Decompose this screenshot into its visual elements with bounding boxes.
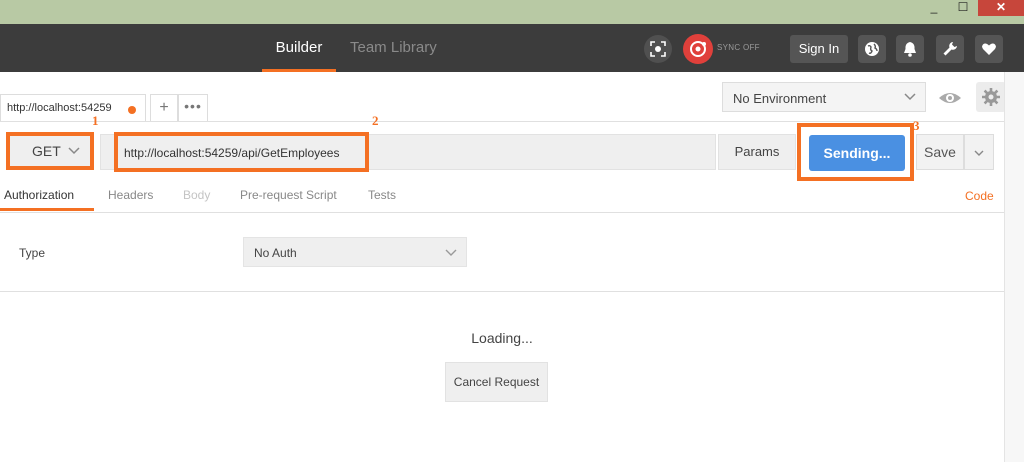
tab-pre-request-script[interactable]: Pre-request Script (240, 188, 337, 202)
environment-select[interactable]: No Environment (722, 82, 926, 112)
request-tab[interactable]: http://localhost:54259 (0, 94, 146, 122)
tab-authorization[interactable]: Authorization (4, 188, 74, 202)
scrollbar[interactable] (1004, 72, 1024, 462)
bell-icon (904, 42, 916, 57)
save-dropdown-button[interactable] (964, 134, 994, 170)
tab-headers[interactable]: Headers (108, 188, 153, 202)
request-subtabs: Authorization Headers Body Pre-request S… (0, 180, 1004, 212)
interceptor-button[interactable] (858, 35, 886, 63)
manage-environments-button[interactable] (976, 82, 1006, 112)
generate-code-link[interactable]: Code (965, 189, 994, 203)
url-input[interactable]: http://localhost:54259/api/GetEmployees (114, 132, 369, 172)
capture-icon (650, 41, 666, 57)
sync-icon (690, 41, 706, 57)
save-button[interactable]: Save (916, 134, 964, 170)
tab-tests[interactable]: Tests (368, 188, 396, 202)
more-tabs-button[interactable]: ••• (178, 94, 208, 122)
favorites-button[interactable] (975, 35, 1003, 63)
eye-icon (939, 93, 961, 103)
sign-in-button[interactable]: Sign In (790, 35, 848, 63)
method-select[interactable]: GET (6, 132, 94, 170)
tab-team-library[interactable]: Team Library (350, 24, 437, 72)
divider (0, 291, 1004, 292)
url-text: http://localhost:54259/api/GetEmployees (124, 146, 340, 160)
maximize-button[interactable]: ☐ (950, 0, 976, 16)
chevron-down-icon (974, 150, 984, 156)
send-button[interactable]: Sending... (809, 135, 905, 171)
chevron-down-icon (445, 249, 457, 256)
auth-type-value: No Auth (254, 246, 297, 260)
sync-status: SYNC OFF (717, 43, 760, 52)
add-tab-button[interactable]: + (150, 94, 178, 122)
active-tab-indicator (0, 208, 94, 211)
sync-button[interactable] (683, 34, 713, 64)
app-header: Builder Team Library SYNC OFF Sign In (0, 24, 1024, 72)
maximize-icon: ☐ (957, 0, 969, 14)
request-url-row: GET http://localhost:54259/api/GetEmploy… (0, 113, 1024, 181)
globe-icon (865, 42, 879, 56)
minimize-button[interactable]: _ (920, 0, 948, 16)
wrench-icon (943, 42, 957, 56)
tab-builder[interactable]: Builder (262, 24, 336, 72)
chevron-down-icon (68, 147, 80, 155)
minimize-icon: _ (930, 0, 938, 14)
close-icon: ✕ (995, 0, 1007, 14)
settings-button[interactable] (936, 35, 964, 63)
auth-type-select[interactable]: No Auth (243, 237, 467, 267)
send-highlight: Sending... (797, 123, 914, 181)
auth-type-label: Type (19, 246, 46, 260)
window-frame: _ ☐ ✕ (0, 0, 1024, 24)
method-label: GET (32, 143, 61, 159)
environment-select-label: No Environment (733, 91, 827, 106)
annotation-2: 2 (372, 113, 379, 128)
loading-text: Loading... (471, 330, 533, 346)
gear-icon (982, 88, 1000, 106)
annotation-1: 1 (92, 113, 99, 128)
quick-look-button[interactable] (936, 84, 968, 112)
close-button[interactable]: ✕ (978, 0, 1024, 16)
request-tabs-bar: http://localhost:54259 + ••• No Environm… (0, 72, 1024, 122)
chevron-down-icon (904, 93, 916, 101)
tab-body: Body (183, 188, 211, 202)
capture-button[interactable] (644, 35, 672, 63)
annotation-3: 3 (913, 118, 920, 133)
notifications-button[interactable] (896, 35, 924, 63)
cancel-request-button[interactable]: Cancel Request (445, 362, 548, 402)
params-button[interactable]: Params (718, 134, 796, 170)
heart-icon (982, 43, 996, 55)
divider (0, 212, 1004, 213)
unsaved-dot-icon (128, 106, 136, 114)
request-tab-label: http://localhost:54259 (7, 102, 112, 114)
